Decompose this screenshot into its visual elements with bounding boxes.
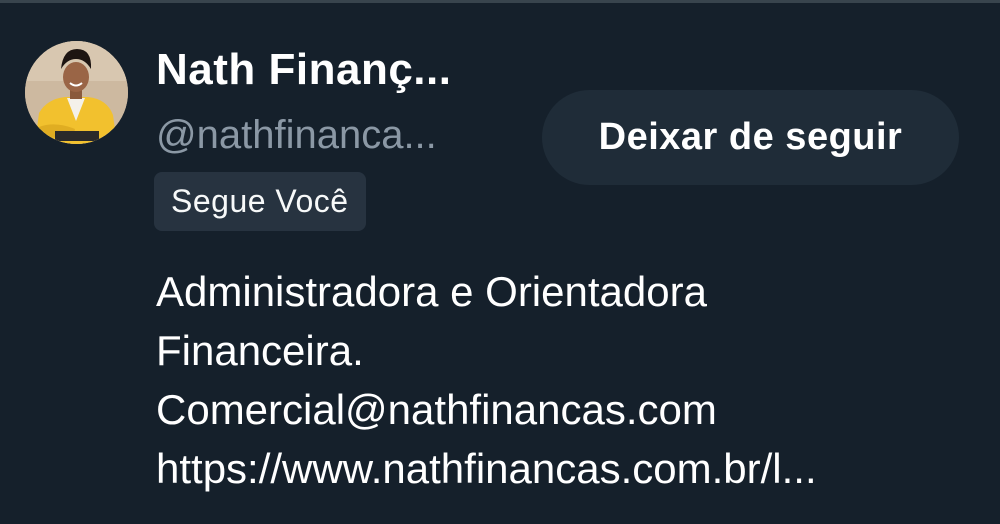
bio-email-link[interactable]: Comercial@nathfinancas.com [156,380,986,439]
profile-handle[interactable]: @nathfinanca... [156,113,437,158]
follows-you-badge: Segue Você [154,172,366,231]
unfollow-button[interactable]: Deixar de seguir [542,90,959,185]
avatar-photo [25,41,128,144]
bio-line: Financeira. [156,327,364,374]
bio-line: Administradora e Orientadora [156,268,707,315]
user-card[interactable]: Nath Finanç... @nathfinanca... Segue Voc… [0,3,1000,524]
avatar[interactable] [25,41,128,144]
profile-bio: Administradora e Orientadora Financeira.… [156,262,986,498]
profile-name[interactable]: Nath Finanç... [156,45,451,95]
bio-website-link[interactable]: https://www.nathfinancas.com.br/l... [156,439,986,498]
